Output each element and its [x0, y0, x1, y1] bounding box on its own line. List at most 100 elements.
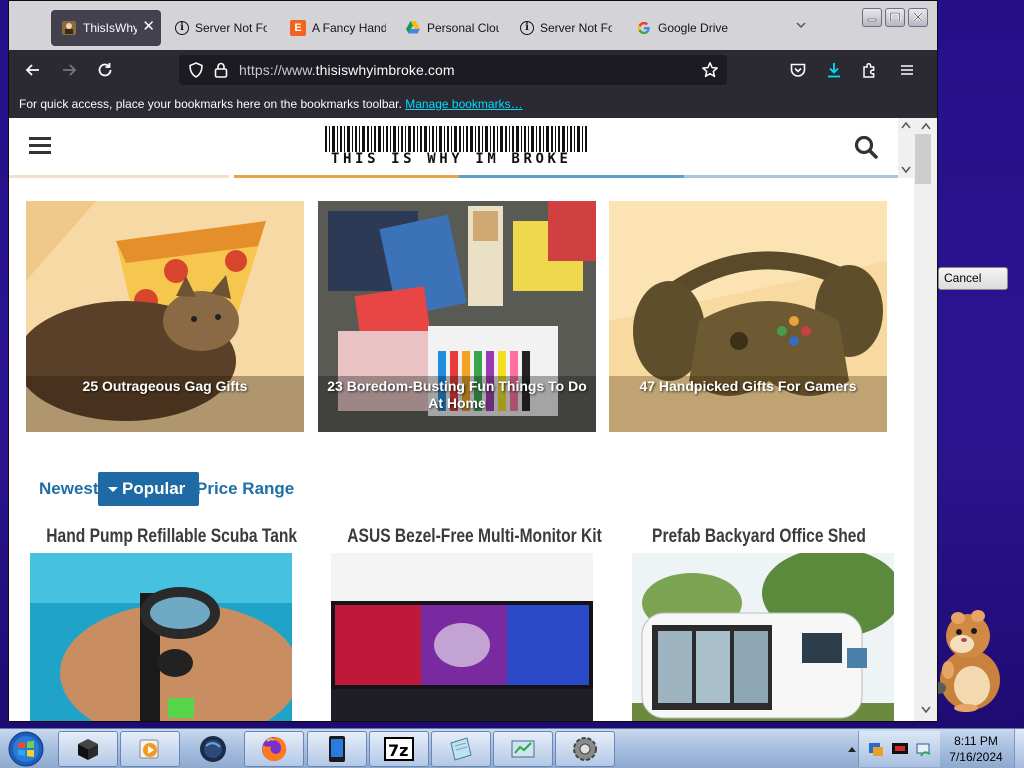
- taskbar-item-device[interactable]: [307, 731, 367, 767]
- system-monitor-icon: [511, 740, 535, 758]
- page-scrollbar[interactable]: [914, 118, 937, 721]
- tab-label: ThisIsWhyImBroke: [83, 21, 137, 35]
- header-accent-line: [684, 175, 898, 178]
- extensions-button[interactable]: [858, 58, 882, 82]
- tab-google-drive[interactable]: Google Drive: [626, 10, 738, 46]
- google-drive-icon: [405, 20, 421, 36]
- header-accent-line: [234, 175, 459, 178]
- close-tab-icon[interactable]: ✕: [142, 19, 155, 35]
- display-icon[interactable]: [891, 741, 909, 757]
- feature-title[interactable]: 25 Outrageous Gag Gifts: [34, 378, 296, 395]
- tab-label: Server Not Found: [540, 21, 612, 35]
- browser-window: ThisIsWhyImBroke ✕ i Server Not Found E …: [8, 0, 938, 722]
- tab-label: Server Not Found: [195, 21, 267, 35]
- clock-time: 8:11 PM: [954, 734, 998, 748]
- reload-button[interactable]: [93, 58, 117, 82]
- header-accent-line: [459, 175, 684, 178]
- pocket-button[interactable]: [786, 58, 810, 82]
- tab-etsy[interactable]: E A Fancy Handmade: [280, 10, 392, 46]
- network-icon[interactable]: [915, 740, 933, 758]
- url-scheme: https://www.: [239, 62, 316, 78]
- hamster-mascot-icon[interactable]: [926, 600, 1010, 712]
- feature-card-gag-gifts[interactable]: 25 Outrageous Gag Gifts: [26, 201, 304, 432]
- start-button-windows-icon[interactable]: [6, 731, 46, 767]
- bookmarks-toolbar: For quick access, place your bookmarks h…: [9, 90, 937, 118]
- feature-card-gamers[interactable]: 47 Handpicked Gifts For Gamers: [609, 201, 887, 432]
- svg-text:7z: 7z: [388, 741, 408, 760]
- show-desktop-button[interactable]: [1014, 729, 1024, 768]
- product-card-asus[interactable]: ASUS Bezel-Free Multi-Monitor Kit: [323, 523, 602, 721]
- gaming-headset-image: [609, 201, 887, 432]
- tablet-device-icon: [329, 736, 345, 762]
- bookmark-star-icon[interactable]: [701, 61, 719, 79]
- puzzle-icon: [863, 62, 875, 78]
- site-header-scrollbar[interactable]: [898, 118, 914, 178]
- notepad-icon: [450, 737, 472, 761]
- site-header: THIS IS WHY IM BROKE: [9, 118, 914, 178]
- tab-server-not-found-1[interactable]: i Server Not Found: [165, 10, 277, 46]
- download-icon: [828, 63, 840, 78]
- taskbar-item-firefox[interactable]: [244, 731, 304, 767]
- taskbar-item-settings[interactable]: [555, 731, 615, 767]
- bookmarks-hint: For quick access, place your bookmarks h…: [19, 97, 402, 111]
- product-card-scuba[interactable]: Hand Pump Refillable Scuba Tank: [22, 523, 297, 721]
- back-button[interactable]: [21, 58, 45, 82]
- product-title[interactable]: Hand Pump Refillable Scuba Tank: [46, 523, 297, 551]
- taskbar-clock[interactable]: 8:11 PM 7/16/2024: [940, 731, 1012, 767]
- manage-bookmarks-link[interactable]: Manage bookmarks…: [405, 97, 522, 111]
- info-icon: i: [520, 21, 534, 35]
- tab-label: Google Drive: [658, 21, 729, 35]
- site-menu-icon[interactable]: [29, 137, 51, 155]
- filter-tab-price-range[interactable]: Price Range: [196, 472, 294, 506]
- page-scrollbar-thumb[interactable]: [915, 134, 931, 184]
- tray-expand-icon[interactable]: [847, 745, 857, 753]
- pocket-icon: [790, 63, 806, 77]
- lock-icon[interactable]: [213, 61, 229, 79]
- product-card-shed[interactable]: Prefab Backyard Office Shed: [624, 523, 894, 721]
- clock-date: 7/16/2024: [949, 750, 1003, 764]
- taskbar-item-7zip[interactable]: 7z: [369, 731, 429, 767]
- scuba-diver-image[interactable]: [30, 553, 292, 722]
- tab-thisiswhyimbroke[interactable]: ThisIsWhyImBroke ✕: [51, 10, 161, 46]
- filter-tab-popular[interactable]: Popular: [98, 472, 200, 506]
- maximize-button[interactable]: [885, 8, 905, 27]
- globe-app-icon: [200, 736, 226, 762]
- product-title[interactable]: ASUS Bezel-Free Multi-Monitor Kit: [347, 523, 601, 551]
- monitor-kit-image[interactable]: [331, 553, 593, 722]
- close-window-button[interactable]: [908, 8, 928, 27]
- taskbar-item-globe[interactable]: [183, 731, 243, 767]
- chevron-down-icon[interactable]: [795, 19, 807, 31]
- tab-server-not-found-2[interactable]: i Server Not Found: [510, 10, 622, 46]
- url-bar[interactable]: https://www.thisiswhyimbroke.com: [179, 55, 727, 85]
- gear-icon: [573, 737, 597, 761]
- search-icon[interactable]: [853, 134, 879, 160]
- minimize-button[interactable]: [862, 8, 882, 27]
- downloads-button[interactable]: [822, 58, 846, 82]
- tracking-protection-shield-icon[interactable]: [187, 61, 205, 79]
- system-tray: [848, 731, 940, 767]
- menu-icon: [901, 65, 913, 75]
- cancel-button[interactable]: Cancel: [938, 267, 1008, 290]
- feature-card-boredom[interactable]: 23 Boredom-Busting Fun Things To Do At H…: [318, 201, 596, 432]
- reload-icon: [98, 63, 112, 77]
- tab-label: Personal Cloud Storage: [427, 21, 499, 35]
- forward-button[interactable]: [57, 58, 81, 82]
- feature-title[interactable]: 47 Handpicked Gifts For Gamers: [617, 378, 879, 395]
- taskbar-item-notepad[interactable]: [431, 731, 491, 767]
- navigation-toolbar: https://www.thisiswhyimbroke.com: [9, 50, 937, 90]
- etsy-icon: E: [290, 20, 306, 36]
- taskbar-item-monitor[interactable]: [493, 731, 553, 767]
- site-logo-text[interactable]: THIS IS WHY IM BROKE: [331, 151, 572, 167]
- filter-tab-newest[interactable]: Newest: [39, 472, 99, 506]
- site-favicon-icon: [61, 20, 77, 36]
- action-center-icon[interactable]: [867, 740, 885, 758]
- app-menu-button[interactable]: [895, 58, 919, 82]
- url-text[interactable]: https://www.thisiswhyimbroke.com: [239, 62, 455, 78]
- prefab-shed-image[interactable]: [632, 553, 894, 722]
- taskbar-item-media-player[interactable]: [120, 731, 180, 767]
- feature-title[interactable]: 23 Boredom-Busting Fun Things To Do At H…: [326, 378, 588, 412]
- taskbar-item-black-box[interactable]: [58, 731, 118, 767]
- tab-personal-cloud[interactable]: Personal Cloud Storage: [395, 10, 507, 46]
- black-box-app-icon: [78, 739, 98, 760]
- product-title[interactable]: Prefab Backyard Office Shed: [648, 523, 869, 551]
